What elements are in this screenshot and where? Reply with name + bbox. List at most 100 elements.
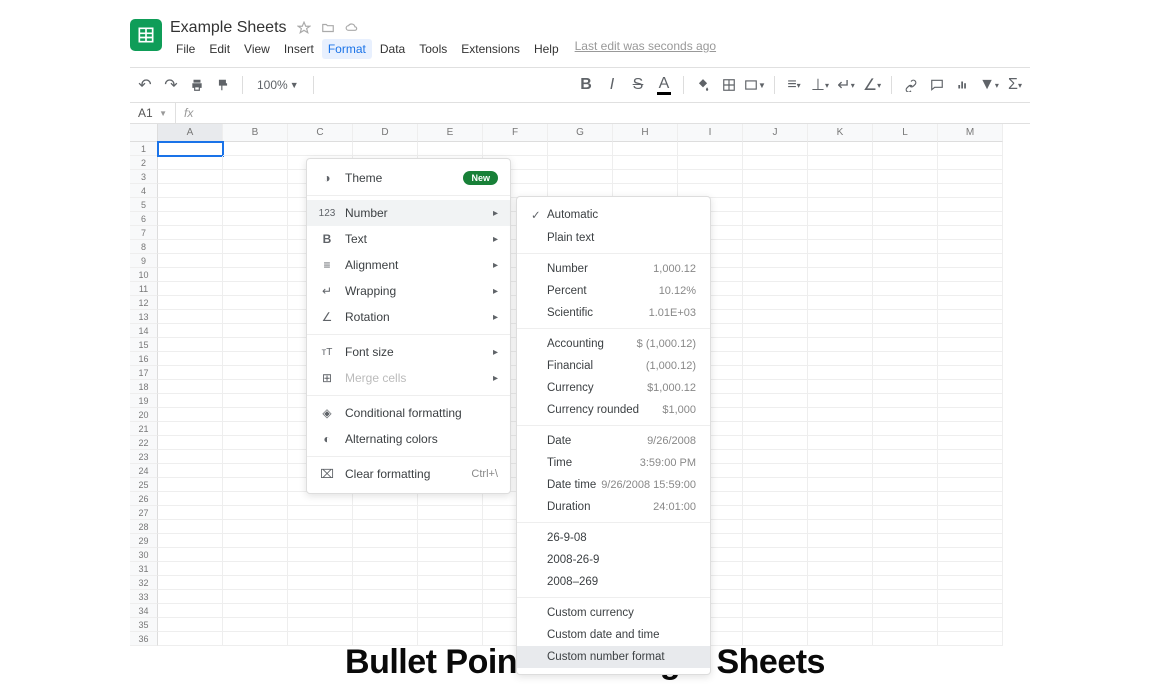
cell[interactable] (873, 548, 938, 562)
cell[interactable] (808, 394, 873, 408)
cell[interactable] (808, 142, 873, 156)
cell[interactable] (743, 576, 808, 590)
cell[interactable] (938, 492, 1003, 506)
cell[interactable] (808, 268, 873, 282)
menu-insert[interactable]: Insert (278, 39, 320, 59)
row-header[interactable]: 34 (130, 604, 158, 618)
row-header[interactable]: 19 (130, 394, 158, 408)
submenu-financial[interactable]: Financial(1,000.12) (517, 355, 710, 377)
row-header[interactable]: 21 (130, 422, 158, 436)
cell[interactable] (743, 296, 808, 310)
menu-tools[interactable]: Tools (413, 39, 453, 59)
cell[interactable] (808, 366, 873, 380)
cell[interactable] (743, 142, 808, 156)
last-edit-link[interactable]: Last edit was seconds ago (575, 39, 716, 59)
cell[interactable] (223, 254, 288, 268)
cell[interactable] (353, 506, 418, 520)
menu-file[interactable]: File (170, 39, 201, 59)
cell[interactable] (353, 604, 418, 618)
cell[interactable] (873, 310, 938, 324)
cell[interactable] (743, 492, 808, 506)
row-header[interactable]: 23 (130, 450, 158, 464)
submenu-custom-date-time[interactable]: Custom date and time (517, 624, 710, 646)
column-header[interactable]: K (808, 124, 873, 142)
cell[interactable] (743, 156, 808, 170)
cell[interactable] (743, 310, 808, 324)
cell[interactable] (223, 380, 288, 394)
cell[interactable] (223, 576, 288, 590)
cell[interactable] (158, 380, 223, 394)
submenu-date[interactable]: Date9/26/2008 (517, 430, 710, 452)
redo-icon[interactable]: ↷ (160, 74, 182, 96)
borders-icon[interactable] (718, 74, 740, 96)
link-icon[interactable] (900, 74, 922, 96)
cell[interactable] (873, 408, 938, 422)
submenu-automatic[interactable]: ✓ Automatic (517, 203, 710, 227)
cell[interactable] (288, 576, 353, 590)
cell[interactable] (938, 212, 1003, 226)
cell[interactable] (548, 142, 613, 156)
cell[interactable] (873, 226, 938, 240)
column-header[interactable]: B (223, 124, 288, 142)
cell[interactable] (808, 212, 873, 226)
cell[interactable] (288, 142, 353, 156)
submenu-number[interactable]: Number1,000.12 (517, 258, 710, 280)
cell[interactable] (158, 492, 223, 506)
cell[interactable] (158, 618, 223, 632)
cell[interactable] (743, 534, 808, 548)
cell[interactable] (873, 240, 938, 254)
row-header[interactable]: 4 (130, 184, 158, 198)
cell[interactable] (743, 212, 808, 226)
cell[interactable] (158, 254, 223, 268)
cell[interactable] (873, 520, 938, 534)
cell[interactable] (158, 450, 223, 464)
menu-format[interactable]: Format (322, 39, 372, 59)
cell[interactable] (158, 520, 223, 534)
cell[interactable] (808, 310, 873, 324)
row-header[interactable]: 9 (130, 254, 158, 268)
cell[interactable] (808, 184, 873, 198)
menu-font-size[interactable]: тT Font size ▸ (307, 339, 510, 365)
paint-format-icon[interactable] (212, 74, 234, 96)
row-header[interactable]: 32 (130, 576, 158, 590)
cell[interactable] (418, 548, 483, 562)
cell[interactable] (808, 506, 873, 520)
cell[interactable] (223, 142, 288, 156)
column-header[interactable]: J (743, 124, 808, 142)
cell[interactable] (808, 156, 873, 170)
cell[interactable] (223, 296, 288, 310)
cell[interactable] (743, 184, 808, 198)
functions-icon[interactable]: Σ ▾ (1004, 74, 1026, 96)
cell[interactable] (288, 534, 353, 548)
cell[interactable] (158, 478, 223, 492)
menu-theme[interactable]: ◑ Theme New (307, 165, 510, 191)
cell[interactable] (418, 590, 483, 604)
cell[interactable] (743, 618, 808, 632)
cell[interactable] (158, 422, 223, 436)
cell[interactable] (938, 590, 1003, 604)
cell[interactable] (223, 548, 288, 562)
cell[interactable] (613, 170, 678, 184)
cell[interactable] (223, 324, 288, 338)
cell[interactable] (938, 464, 1003, 478)
cell[interactable] (418, 604, 483, 618)
submenu-percent[interactable]: Percent10.12% (517, 280, 710, 302)
cell[interactable] (158, 436, 223, 450)
cell[interactable] (223, 198, 288, 212)
submenu-currency-rounded[interactable]: Currency rounded$1,000 (517, 399, 710, 421)
name-box[interactable]: A1▼ (130, 103, 176, 123)
cell[interactable] (743, 548, 808, 562)
cell[interactable] (938, 422, 1003, 436)
cell[interactable] (938, 226, 1003, 240)
cell[interactable] (743, 366, 808, 380)
cell[interactable] (743, 282, 808, 296)
cell[interactable] (223, 534, 288, 548)
rotate-icon[interactable]: ∠ ▾ (861, 74, 883, 96)
select-all-corner[interactable] (130, 124, 158, 142)
cell[interactable] (353, 534, 418, 548)
cell[interactable] (158, 198, 223, 212)
cell[interactable] (223, 352, 288, 366)
cell[interactable] (743, 520, 808, 534)
cell[interactable] (223, 450, 288, 464)
cell[interactable] (288, 618, 353, 632)
